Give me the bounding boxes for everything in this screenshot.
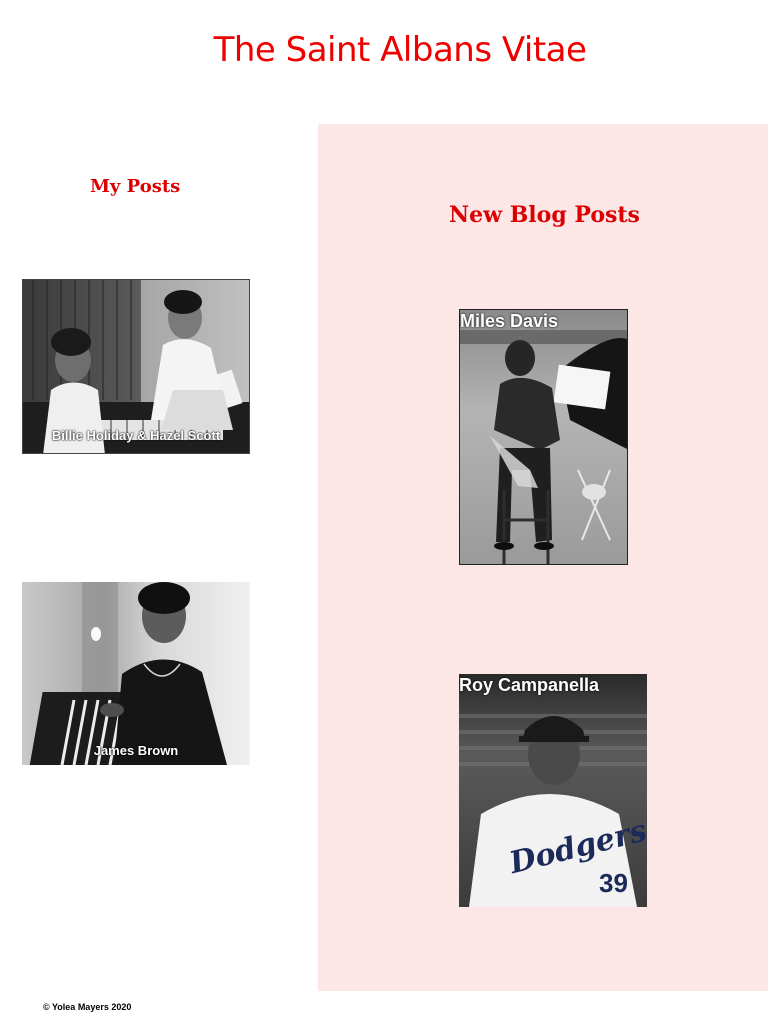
- copyright-footer: © Yolea Mayers 2020: [43, 1002, 132, 1012]
- post-caption[interactable]: Billie Holiday & Hazel Scott: [23, 428, 249, 443]
- baseball-player-photo: Dodgers 39: [459, 674, 647, 907]
- singer-portrait-photo: [22, 582, 250, 765]
- post-caption[interactable]: James Brown: [22, 743, 250, 758]
- blog-post-caption[interactable]: Miles Davis: [460, 311, 558, 332]
- trumpeter-seated-photo: [460, 310, 627, 564]
- blog-post-card-miles-davis[interactable]: Miles Davis: [459, 309, 628, 565]
- site-title: The Saint Albans Vitae: [213, 30, 587, 70]
- my-posts-heading: My Posts: [90, 176, 181, 197]
- post-card-billie-holiday-hazel-scott[interactable]: Billie Holiday & Hazel Scott: [22, 279, 250, 454]
- blog-post-caption[interactable]: Roy Campanella: [459, 675, 599, 696]
- blog-post-card-roy-campanella[interactable]: Dodgers 39 Roy Campanella: [459, 674, 647, 907]
- new-blog-posts-heading: New Blog Posts: [449, 202, 640, 228]
- svg-text:39: 39: [599, 868, 628, 898]
- post-card-james-brown[interactable]: James Brown: [22, 582, 250, 765]
